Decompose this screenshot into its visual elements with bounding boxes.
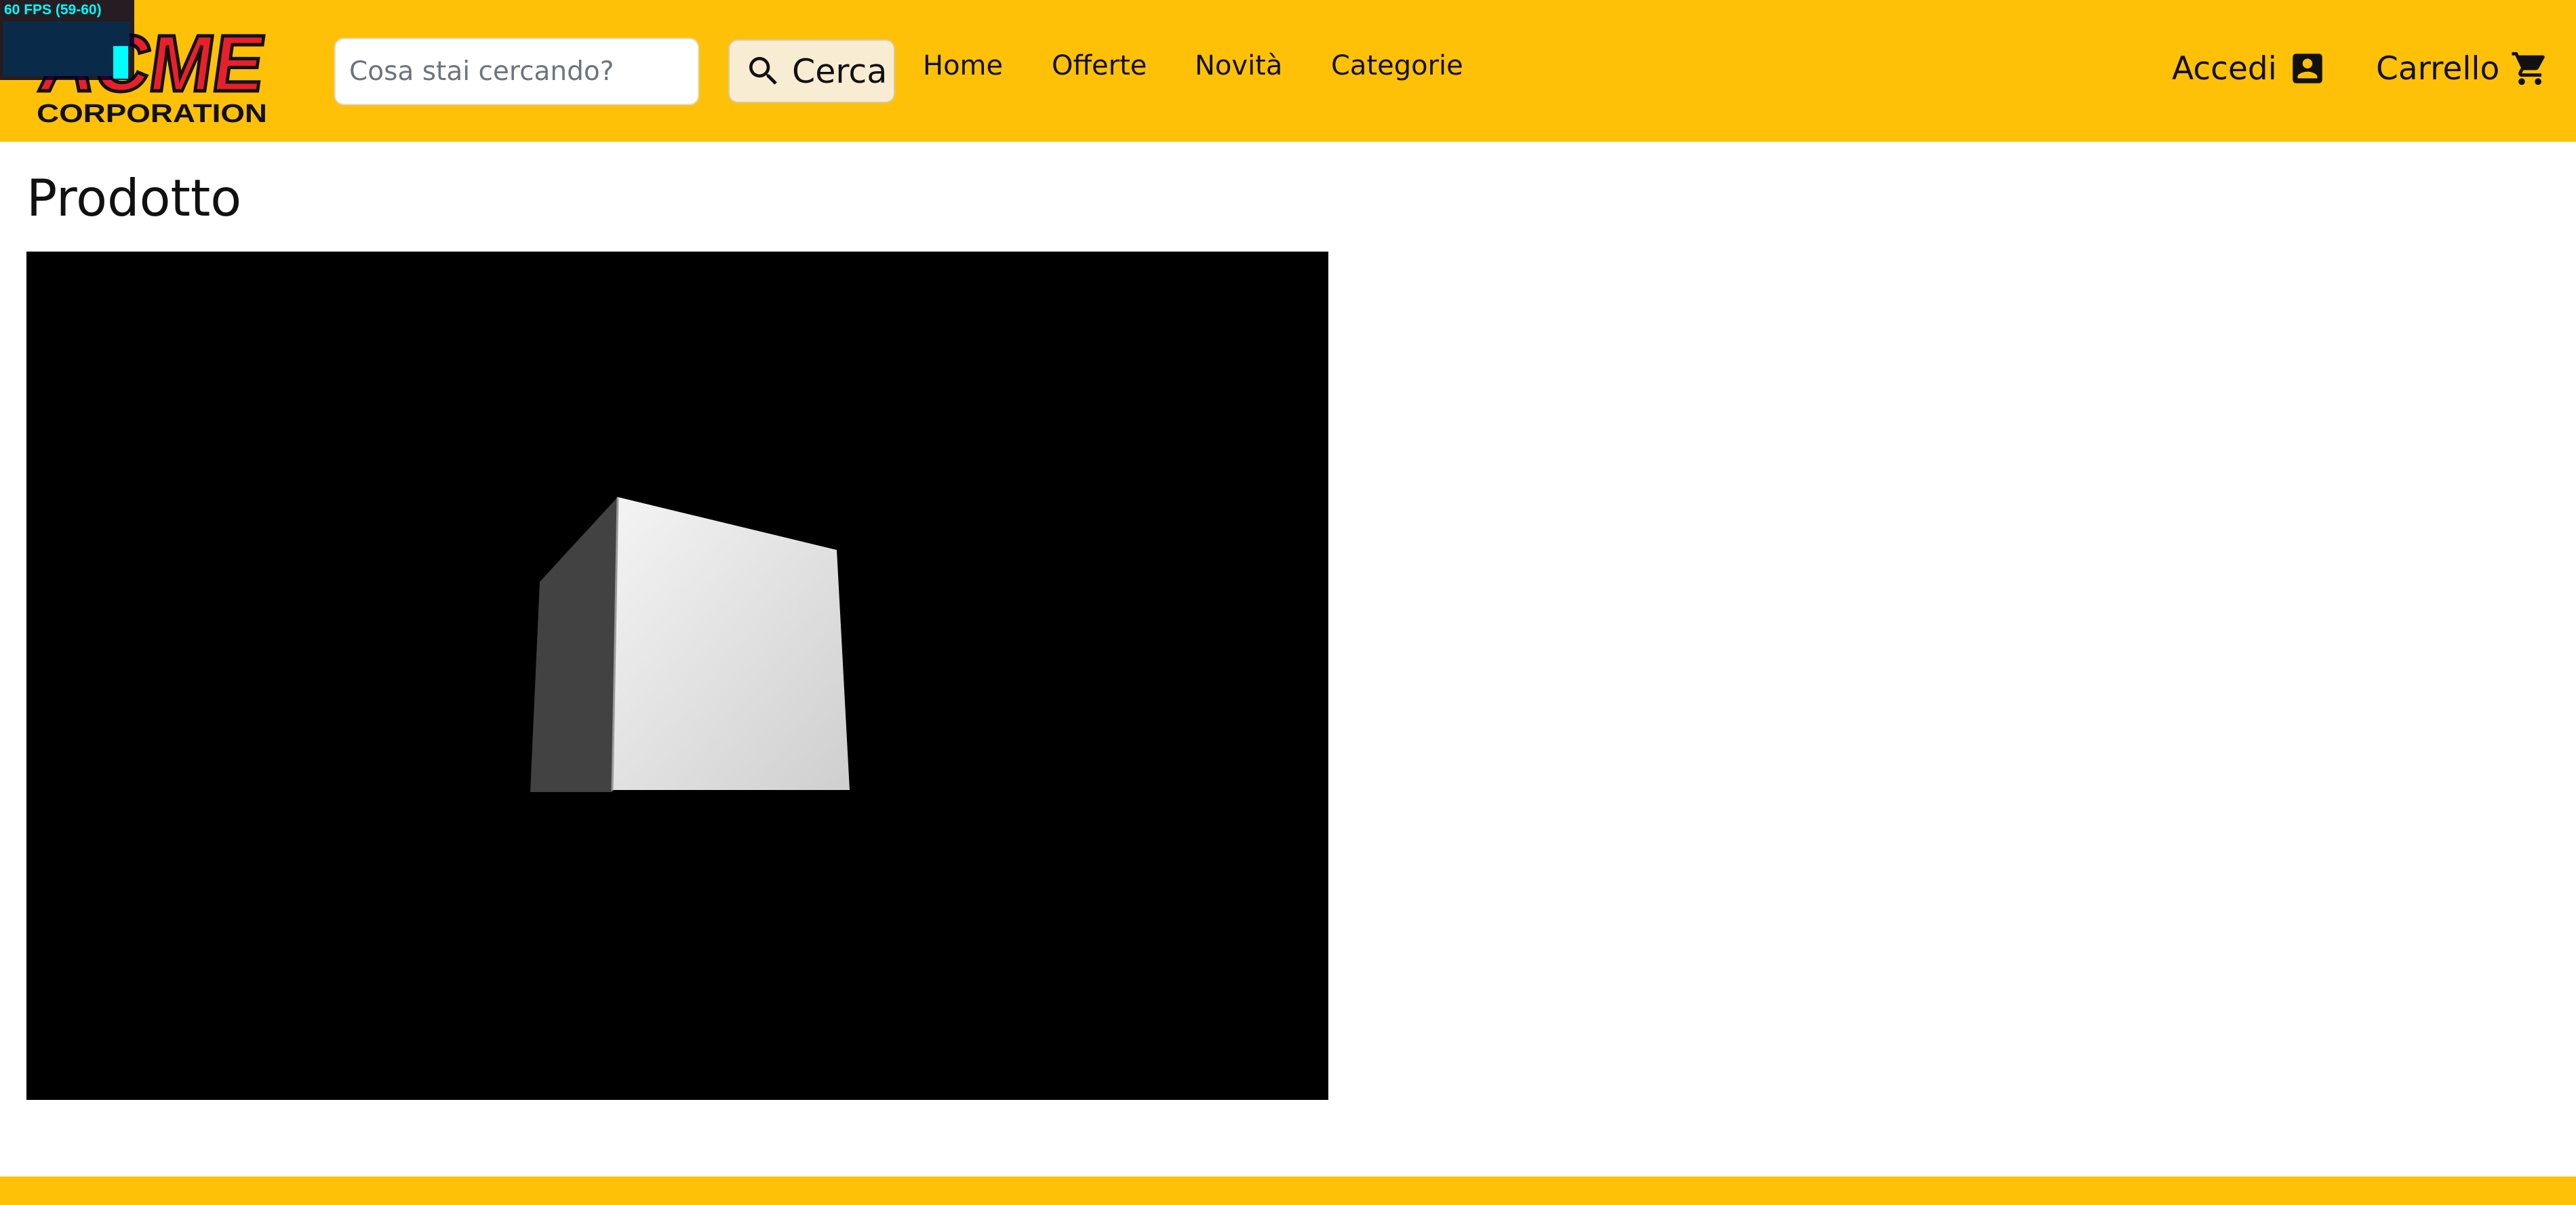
shopping-cart-icon (2512, 52, 2545, 85)
cart-label: Carrello (2376, 50, 2500, 87)
fps-graph (3, 22, 130, 76)
product-render (530, 496, 850, 792)
cube-left-face (530, 497, 618, 792)
search-input[interactable] (334, 38, 699, 105)
nav-novita[interactable]: Novità (1195, 50, 1282, 81)
nav-offerte[interactable]: Offerte (1052, 50, 1147, 81)
page-title: Prodotto (26, 168, 242, 228)
nav-home[interactable]: Home (923, 50, 1003, 81)
fps-meter: 60 FPS (59-60) (0, 0, 134, 80)
logo-subtitle: CORPORATION (37, 100, 267, 126)
cube-front-face (612, 497, 850, 790)
account-box-icon (2293, 54, 2322, 83)
search-icon (749, 57, 777, 85)
fps-bar (113, 46, 128, 79)
search-button-label: Cerca (792, 52, 888, 91)
search-button[interactable]: Cerca (728, 39, 895, 103)
product-3d-viewer[interactable] (26, 252, 1328, 1100)
nav-categorie[interactable]: Categorie (1331, 50, 1463, 81)
site-header: ACME CORPORATION 60 FPS (59-60) Cerca Ho… (0, 0, 2576, 142)
site-footer (0, 1177, 2576, 1205)
login-button[interactable]: Accedi (2172, 49, 2327, 88)
login-label: Accedi (2172, 50, 2277, 87)
cart-button[interactable]: Carrello (2376, 49, 2550, 88)
fps-text: 60 FPS (59-60) (4, 2, 102, 18)
